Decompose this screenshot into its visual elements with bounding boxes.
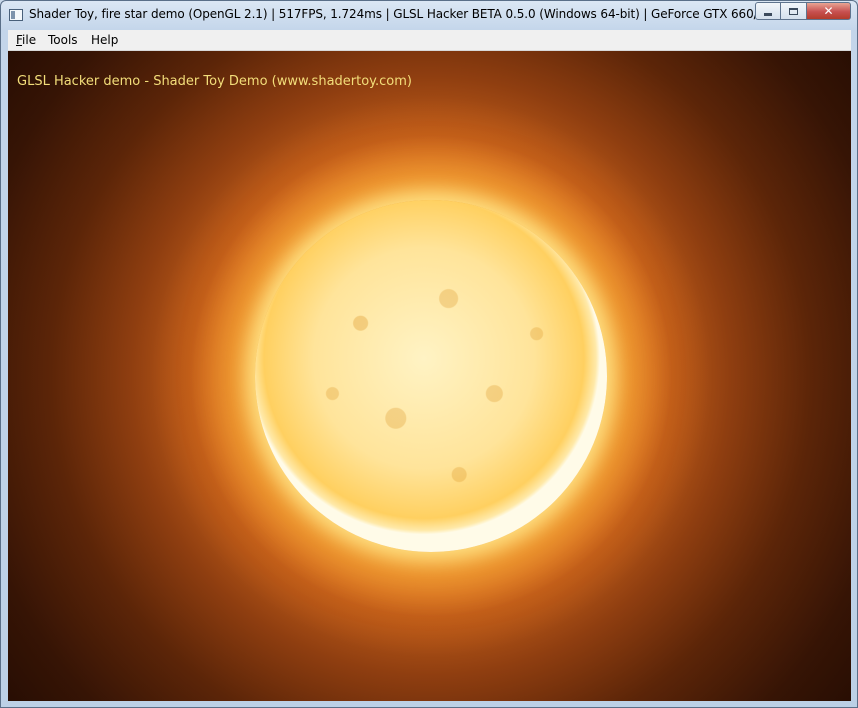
demo-overlay-text: GLSL Hacker demo - Shader Toy Demo (www.…	[17, 74, 412, 89]
window-title: Shader Toy, fire star demo (OpenGL 2.1) …	[29, 7, 818, 21]
close-button[interactable]: ✕	[807, 2, 851, 20]
caption-buttons: ✕	[755, 2, 851, 21]
app-window: Shader Toy, fire star demo (OpenGL 2.1) …	[0, 0, 858, 708]
maximize-button[interactable]	[781, 2, 807, 20]
menu-file[interactable]: File	[16, 33, 36, 47]
title-bar[interactable]: Shader Toy, fire star demo (OpenGL 2.1) …	[1, 1, 857, 30]
minimize-icon	[764, 12, 772, 16]
render-viewport[interactable]: GLSL Hacker demo - Shader Toy Demo (www.…	[8, 51, 851, 701]
menu-tools[interactable]: Tools	[48, 33, 78, 47]
minimize-button[interactable]	[755, 2, 781, 20]
maximize-icon	[789, 7, 798, 15]
menu-help[interactable]: Help	[91, 33, 118, 47]
menu-bar: File Tools Help	[8, 30, 851, 51]
fire-star-sphere	[255, 200, 607, 552]
close-icon: ✕	[823, 4, 834, 18]
app-window-icon[interactable]	[9, 9, 23, 21]
